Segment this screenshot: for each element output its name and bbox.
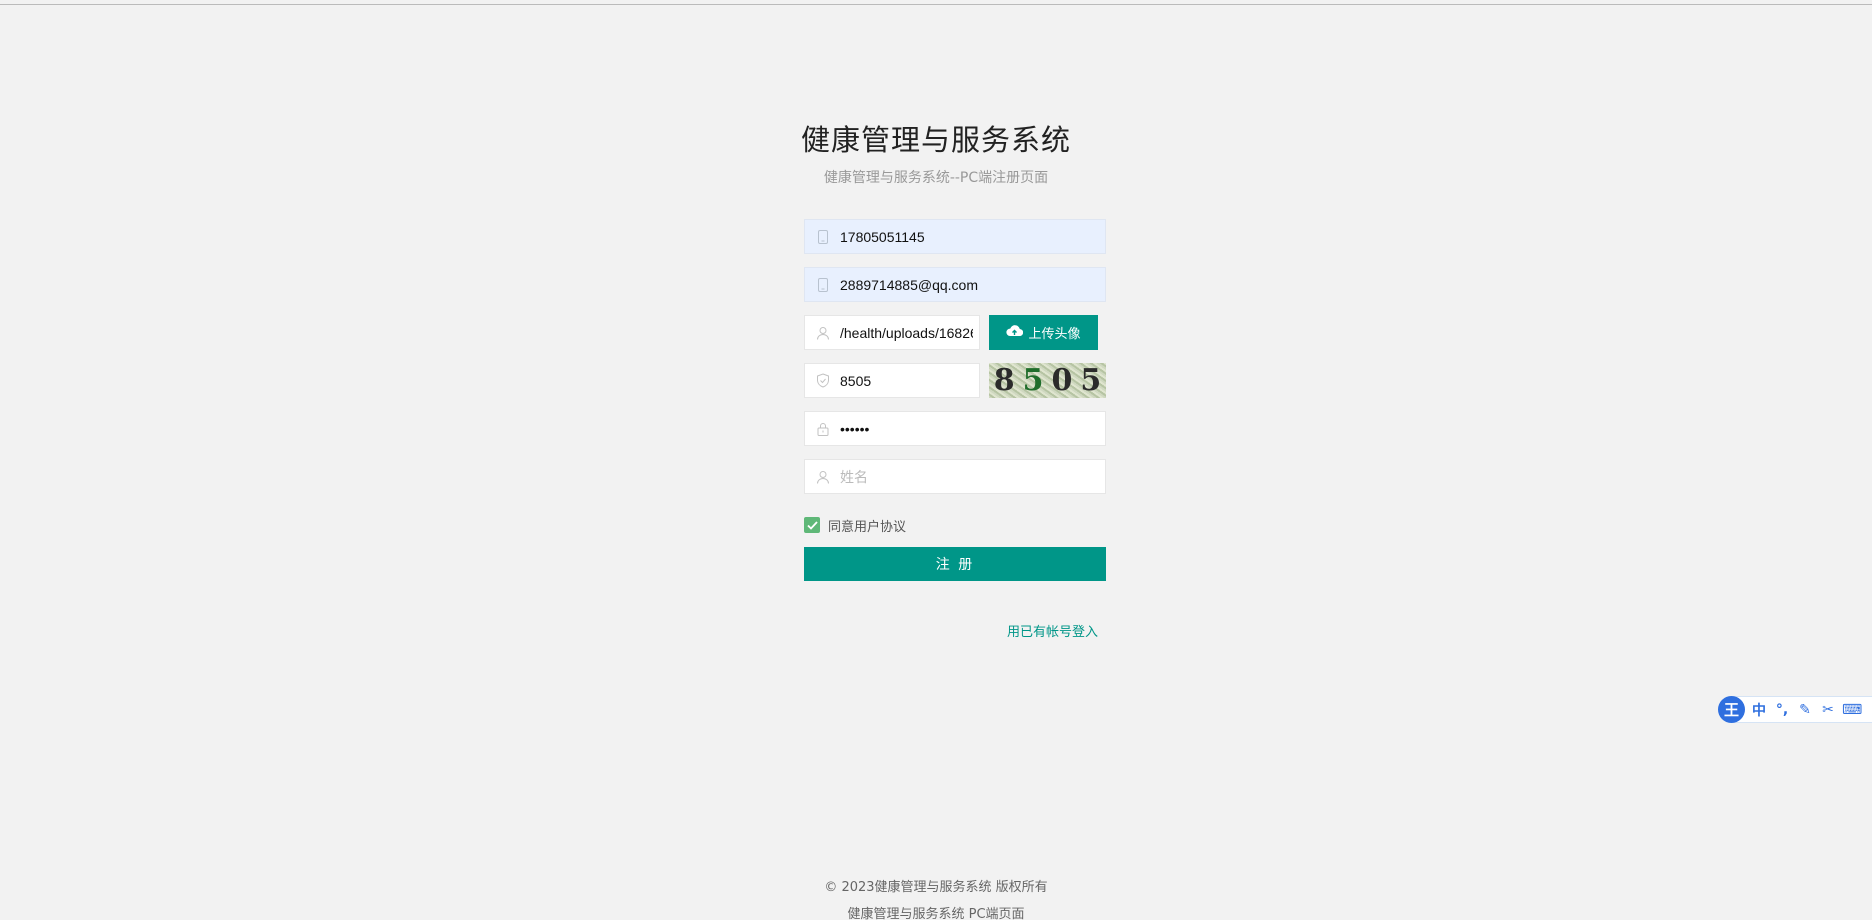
captcha-digit: 5 xyxy=(1022,363,1044,398)
avatar-row: 上传头像 xyxy=(804,315,1106,350)
footer-copyright: © 2023健康管理与服务系统 版权所有 xyxy=(824,880,1048,895)
phone-icon xyxy=(805,220,840,253)
ime-toolbar: 王 中 °, ✎ ✂ ⌨ xyxy=(1718,696,1872,723)
footer-subtitle: 健康管理与服务系统 PC端页面 xyxy=(847,907,1025,920)
captcha-digit: 5 xyxy=(1080,363,1102,398)
cloud-upload-icon xyxy=(1006,324,1024,341)
ime-screenshot-icon[interactable]: ✂ xyxy=(1819,702,1837,718)
upload-avatar-label: 上传头像 xyxy=(1028,327,1081,342)
password-field xyxy=(804,411,1106,446)
ime-punctuation-icon[interactable]: °, xyxy=(1773,702,1791,718)
user-icon xyxy=(805,316,840,349)
page-header: 健康管理与服务系统 健康管理与服务系统--PC端注册页面 xyxy=(0,118,1872,188)
user-icon xyxy=(805,460,840,493)
check-icon xyxy=(806,520,818,530)
email-field xyxy=(804,267,1106,302)
shield-icon xyxy=(805,364,840,397)
page-subtitle: 健康管理与服务系统--PC端注册页面 xyxy=(823,170,1049,186)
lock-icon xyxy=(805,412,840,445)
name-input[interactable] xyxy=(840,460,1105,493)
ime-keyboard-icon[interactable]: ⌨ xyxy=(1842,702,1862,718)
ime-logo-icon[interactable]: 王 xyxy=(1718,696,1745,723)
captcha-field xyxy=(804,363,980,398)
top-border xyxy=(0,4,1872,5)
phone-field xyxy=(804,219,1106,254)
register-button[interactable]: 注 册 xyxy=(804,547,1106,581)
page-title: 健康管理与服务系统 xyxy=(800,123,1071,157)
captcha-image[interactable]: 8 5 0 5 xyxy=(989,363,1106,398)
upload-avatar-button[interactable]: 上传头像 xyxy=(989,315,1098,350)
email-input[interactable] xyxy=(840,268,1105,301)
captcha-digit: 0 xyxy=(1051,363,1073,398)
register-form: 上传头像 8 5 0 5 同意用户协议 注 xyxy=(804,219,1106,640)
name-field xyxy=(804,459,1106,494)
captcha-row: 8 5 0 5 xyxy=(804,363,1106,398)
ime-handwriting-icon[interactable]: ✎ xyxy=(1796,702,1814,718)
phone-input[interactable] xyxy=(840,220,1105,253)
login-link[interactable]: 用已有帐号登入 xyxy=(804,621,1106,640)
phone-icon xyxy=(805,268,840,301)
agree-label[interactable]: 同意用户协议 xyxy=(828,516,906,535)
captcha-digit: 8 xyxy=(993,363,1015,398)
password-input[interactable] xyxy=(840,412,1105,445)
captcha-input[interactable] xyxy=(840,364,979,397)
avatar-field xyxy=(804,315,980,350)
agree-checkbox[interactable] xyxy=(804,517,820,533)
ime-chinese-mode-icon[interactable]: 中 xyxy=(1750,700,1768,720)
agree-row: 同意用户协议 xyxy=(804,516,1106,535)
avatar-path-input[interactable] xyxy=(840,316,979,349)
page-footer: © 2023健康管理与服务系统 版权所有 健康管理与服务系统 PC端页面 xyxy=(0,874,1872,920)
